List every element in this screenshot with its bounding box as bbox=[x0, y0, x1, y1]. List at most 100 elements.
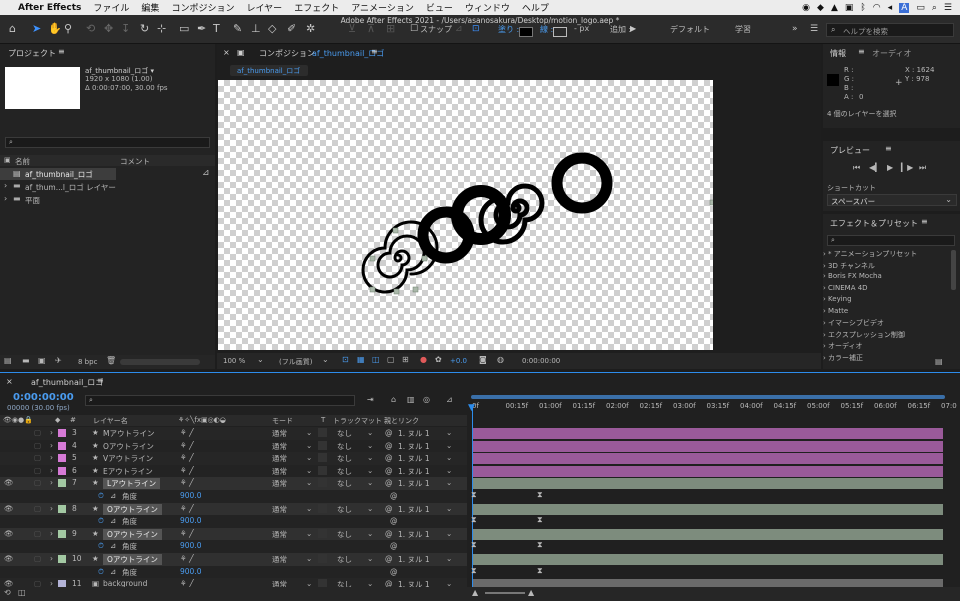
pickwhip-icon[interactable]: @ bbox=[385, 554, 393, 563]
layer-row[interactable]: ▢ › 5 ★ Vアウトライン ⚘ ╱ 通常 ⌄ なし ⌄ @1. ヌル 1 ⌄ bbox=[0, 452, 467, 465]
mask-visibility-icon[interactable]: ◫ bbox=[372, 355, 380, 364]
text-tool-icon[interactable]: T bbox=[213, 22, 220, 36]
prev-frame-icon[interactable]: ◀▎ bbox=[869, 163, 881, 172]
effects-item[interactable]: › * アニメーションプリセット bbox=[823, 249, 917, 261]
expand-arrow-icon[interactable]: › bbox=[50, 504, 53, 513]
screen-icon[interactable]: ▣ bbox=[845, 3, 854, 13]
pickwhip-icon[interactable]: @ bbox=[385, 466, 393, 475]
menu-animation[interactable]: アニメーション bbox=[345, 1, 420, 14]
parent-chevron-icon[interactable]: ⌄ bbox=[446, 504, 452, 513]
layer-name[interactable]: Vアウトライン bbox=[103, 453, 153, 464]
project-title[interactable]: プロジェクト bbox=[8, 48, 56, 59]
selection-tool-icon[interactable]: ➤ bbox=[32, 22, 41, 36]
parent-chevron-icon[interactable]: ⌄ bbox=[446, 554, 452, 563]
project-item-folder-solids[interactable]: › ▬ 平面 bbox=[0, 194, 215, 206]
visibility-icon[interactable]: 👁 bbox=[4, 478, 14, 487]
stopwatch-icon[interactable]: ⏱ bbox=[98, 516, 104, 526]
playhead-icon[interactable]: ▼ bbox=[468, 403, 475, 413]
keyframe-icon[interactable]: ⧗ bbox=[537, 515, 543, 525]
stopwatch-icon[interactable]: ⏱ bbox=[98, 491, 104, 501]
comp-tab[interactable]: af_thumbnail_ロゴ bbox=[230, 65, 308, 76]
lock-icon[interactable]: ▢ bbox=[34, 529, 41, 538]
input-source-icon[interactable]: A bbox=[899, 2, 910, 13]
col-name[interactable]: 名前 bbox=[15, 156, 30, 167]
property-value[interactable]: 900.0 bbox=[180, 541, 201, 550]
parent-select[interactable]: 1. ヌル 1 bbox=[398, 466, 430, 477]
keyframe-icon[interactable]: ⧗ bbox=[537, 540, 543, 550]
info-title[interactable]: 情報 bbox=[830, 48, 846, 59]
parent-chevron-icon[interactable]: ⌄ bbox=[446, 428, 452, 437]
mode-chevron-icon[interactable]: ⌄ bbox=[306, 466, 312, 475]
close-icon[interactable]: × bbox=[223, 48, 230, 57]
effects-item[interactable]: › Matte bbox=[823, 307, 848, 319]
puppet-tool-icon[interactable]: ✲ bbox=[306, 22, 315, 36]
work-area-bar[interactable] bbox=[471, 395, 945, 399]
snap-checkbox[interactable]: ☐ bbox=[410, 22, 418, 36]
first-frame-icon[interactable]: ⏮ bbox=[853, 163, 860, 173]
brush-tool-icon[interactable]: ✎ bbox=[233, 22, 242, 36]
layer-name[interactable]: Oアウトライン bbox=[103, 441, 154, 452]
pickwhip-icon[interactable]: @ bbox=[390, 491, 398, 500]
lock-icon[interactable]: ▢ bbox=[34, 466, 41, 475]
t-checkbox[interactable] bbox=[318, 428, 327, 437]
layer-name[interactable]: Oアウトライン bbox=[103, 554, 162, 565]
logo-artwork[interactable] bbox=[218, 80, 713, 350]
zoom-chevron-icon[interactable]: ⌄ bbox=[257, 355, 264, 364]
keyframe-icon[interactable]: ⧗ bbox=[537, 490, 543, 500]
col-trackmatte[interactable]: トラックマット bbox=[333, 416, 382, 426]
parent-chevron-icon[interactable]: ⌄ bbox=[446, 441, 452, 450]
parent-chevron-icon[interactable]: ⌄ bbox=[446, 529, 452, 538]
new-preset-icon[interactable]: ▤ bbox=[935, 357, 943, 366]
motion-blur-icon[interactable]: ◎ bbox=[423, 395, 430, 404]
property-value[interactable]: 900.0 bbox=[180, 491, 201, 500]
layer-duration-bar[interactable] bbox=[473, 428, 943, 439]
graph-icon[interactable]: ⊿ bbox=[110, 567, 116, 576]
zoom-in-icon[interactable]: ▲ bbox=[528, 588, 534, 597]
layer-row[interactable]: ▢ › 3 ★ Mアウトライン ⚘ ╱ 通常 ⌄ なし ⌄ @1. ヌル 1 ⌄ bbox=[0, 427, 467, 440]
parent-select[interactable]: 1. ヌル 1 bbox=[398, 428, 430, 439]
parent-select[interactable]: 1. ヌル 1 bbox=[398, 554, 430, 565]
effects-item[interactable]: › Keying bbox=[823, 295, 852, 307]
layer-row[interactable]: 👁 ▢ › 10 ★ Oアウトライン ⚘ ╱ 通常 ⌄ なし ⌄ @1. ヌル 1 ⌄ bbox=[0, 553, 467, 566]
label-color[interactable] bbox=[58, 504, 66, 513]
visibility-icon[interactable]: 👁 bbox=[4, 504, 14, 513]
lock-icon[interactable]: ▢ bbox=[34, 428, 41, 437]
comp-timecode[interactable]: 0:00:00:00 bbox=[522, 357, 560, 365]
switches-icon[interactable]: ⚘ ╱ bbox=[180, 554, 194, 563]
eraser-tool-icon[interactable]: ◇ bbox=[268, 22, 276, 36]
audio-tab[interactable]: オーディオ bbox=[872, 48, 911, 59]
switches-icon[interactable]: ⚘ ╱ bbox=[180, 529, 194, 538]
graph-icon[interactable]: ⊿ bbox=[110, 541, 116, 550]
transparency-grid-icon[interactable]: ▦ bbox=[357, 355, 365, 364]
trackmatte-select[interactable]: なし bbox=[337, 466, 352, 477]
stamp-tool-icon[interactable]: ⊥ bbox=[251, 22, 261, 36]
zoom-select[interactable]: 100 % bbox=[223, 357, 245, 365]
new-folder-icon[interactable]: ▬ bbox=[22, 356, 30, 365]
rectangle-tool-icon[interactable]: ▭ bbox=[179, 22, 189, 36]
effects-item[interactable]: › オーディオ bbox=[823, 341, 863, 353]
3d-view-icon[interactable]: ⊞ bbox=[402, 355, 409, 364]
timeline-tab[interactable]: af_thumbnail_ロゴ bbox=[31, 377, 103, 388]
menu-effect[interactable]: エフェクト bbox=[288, 1, 345, 14]
stroke-width[interactable]: - px bbox=[574, 24, 589, 33]
keyframe-track[interactable]: ⧗ ⧗ bbox=[471, 566, 943, 578]
comp-lock-icon[interactable]: ▣ bbox=[237, 48, 245, 57]
mode-select[interactable]: 通常 bbox=[272, 554, 287, 565]
pickwhip-icon[interactable]: @ bbox=[390, 516, 398, 525]
volume-icon[interactable]: ◂ bbox=[888, 3, 893, 13]
composition-flowchart-icon[interactable]: ⇥ bbox=[367, 395, 374, 404]
stroke-swatch[interactable] bbox=[553, 27, 567, 37]
snapshot-icon[interactable]: ◙ bbox=[479, 355, 487, 364]
play-icon[interactable]: ▶ bbox=[887, 163, 893, 172]
info-menu-icon[interactable]: ≡ bbox=[858, 47, 865, 56]
layer-row[interactable]: ▢ › 4 ★ Oアウトライン ⚘ ╱ 通常 ⌄ なし ⌄ @1. ヌル 1 ⌄ bbox=[0, 439, 467, 453]
menu-app[interactable]: After Effects bbox=[12, 3, 87, 13]
property-value[interactable]: 900.0 bbox=[180, 567, 201, 576]
project-item-folder-layers[interactable]: › ▬ af_thum...l_ロゴ レイヤー bbox=[0, 181, 215, 193]
last-frame-icon[interactable]: ⏭ bbox=[919, 163, 926, 173]
mode-chevron-icon[interactable]: ⌄ bbox=[306, 478, 312, 487]
layer-row[interactable]: ▢ › 6 ★ Eアウトライン ⚘ ╱ 通常 ⌄ なし ⌄ @1. ヌル 1 ⌄ bbox=[0, 464, 467, 478]
menu-window[interactable]: ウィンドウ bbox=[459, 1, 516, 14]
world-axis-icon[interactable]: ⊼ bbox=[367, 22, 375, 36]
snap-option-icon[interactable]: ⊿ bbox=[455, 22, 463, 36]
